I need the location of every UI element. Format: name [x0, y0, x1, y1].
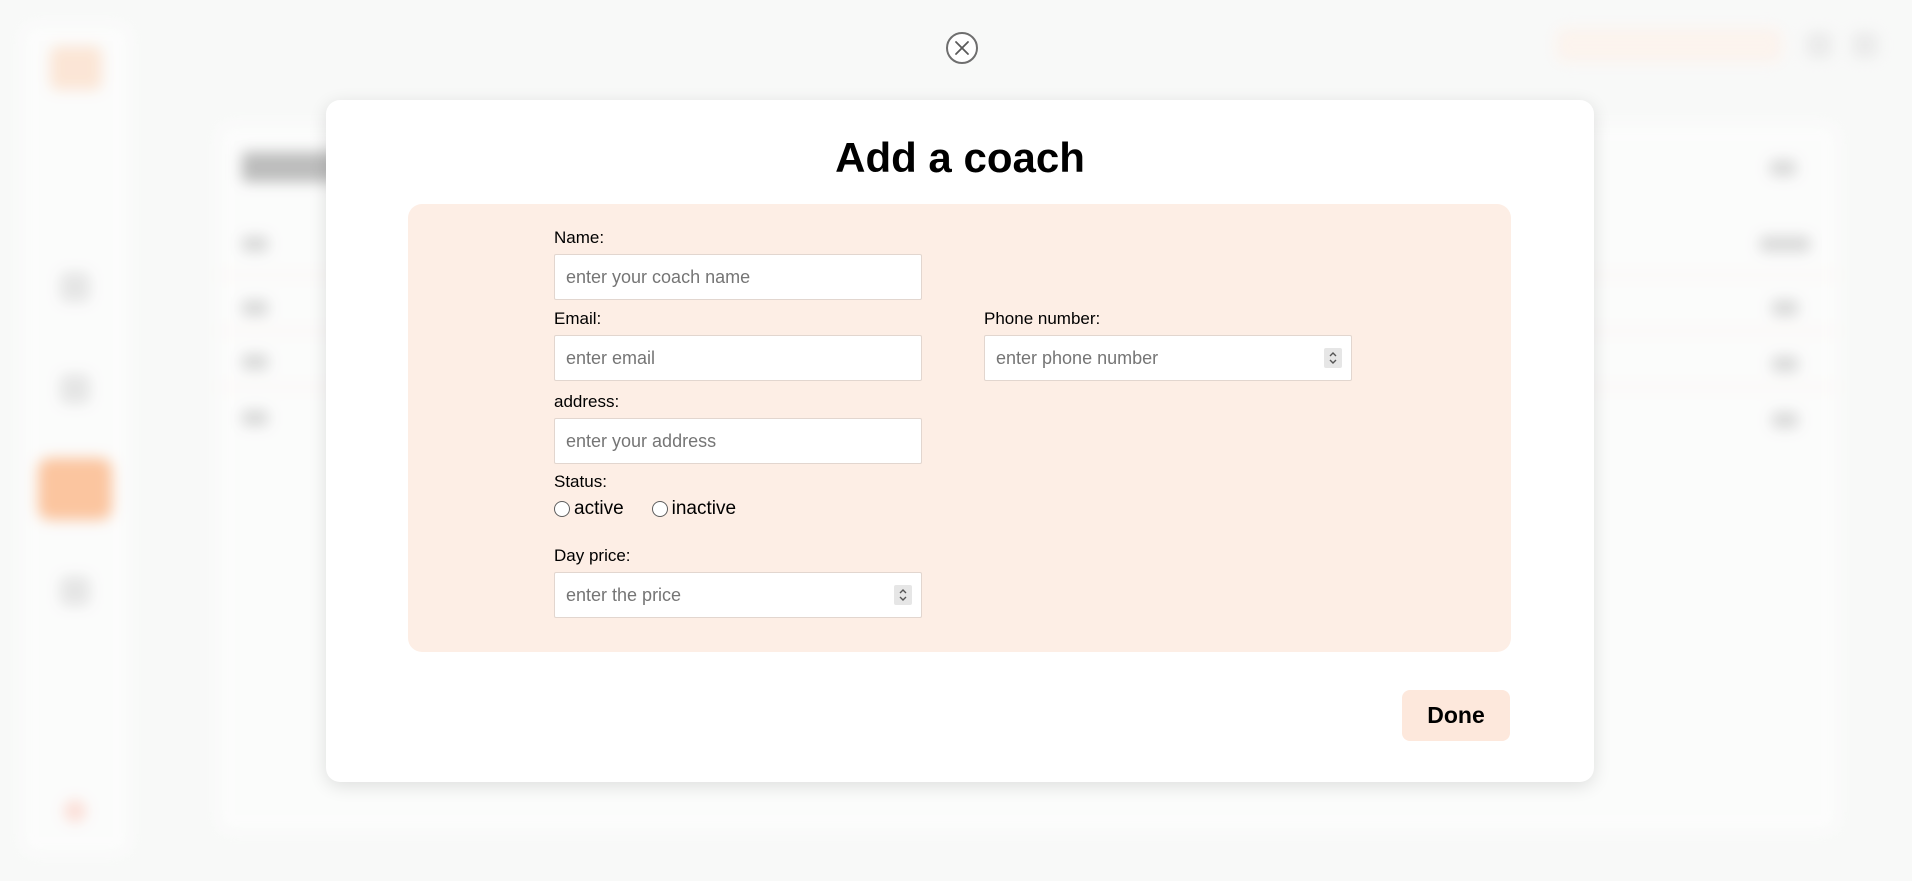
phone-input[interactable] [984, 335, 1352, 381]
status-inactive-label: inactive [671, 498, 737, 519]
status-label: Status: [554, 472, 607, 491]
day-price-label: Day price: [554, 546, 631, 565]
email-label: Email: [554, 309, 602, 328]
address-field: address: [554, 392, 922, 464]
name-label: Name: [554, 228, 605, 247]
coach-form: Name: Email: Phone number: address: [408, 204, 1511, 652]
close-modal-button[interactable] [946, 32, 978, 64]
phone-label: Phone number: [984, 309, 1101, 328]
day-price-input[interactable] [554, 572, 922, 618]
modal-title: Add a coach [835, 134, 1085, 181]
status-radio-group: active inactive [554, 498, 736, 520]
add-coach-modal: Add a coach Name: Email: Phone number: [326, 100, 1594, 782]
address-label: address: [554, 392, 620, 411]
address-input[interactable] [554, 418, 922, 464]
stepper-arrows-icon [899, 589, 907, 601]
name-field: Name: [554, 228, 922, 300]
phone-field: Phone number: [984, 309, 1352, 381]
email-input[interactable] [554, 335, 922, 381]
status-active-radio[interactable]: active [554, 498, 624, 520]
phone-stepper[interactable] [1324, 348, 1342, 368]
done-button[interactable]: Done [1402, 690, 1510, 741]
radio-button-icon[interactable] [651, 501, 668, 517]
status-active-label: active [574, 498, 624, 519]
email-field: Email: [554, 309, 922, 381]
close-icon [955, 41, 969, 55]
radio-button-icon[interactable] [554, 501, 570, 517]
status-inactive-radio[interactable]: inactive [651, 498, 737, 520]
status-field: Status: active inactive [554, 472, 736, 520]
name-input[interactable] [554, 254, 922, 300]
stepper-arrows-icon [1329, 352, 1337, 364]
day-price-stepper[interactable] [894, 585, 912, 605]
day-price-field: Day price: [554, 546, 922, 618]
phone-input-wrapper [984, 335, 1352, 381]
day-price-input-wrapper [554, 572, 922, 618]
